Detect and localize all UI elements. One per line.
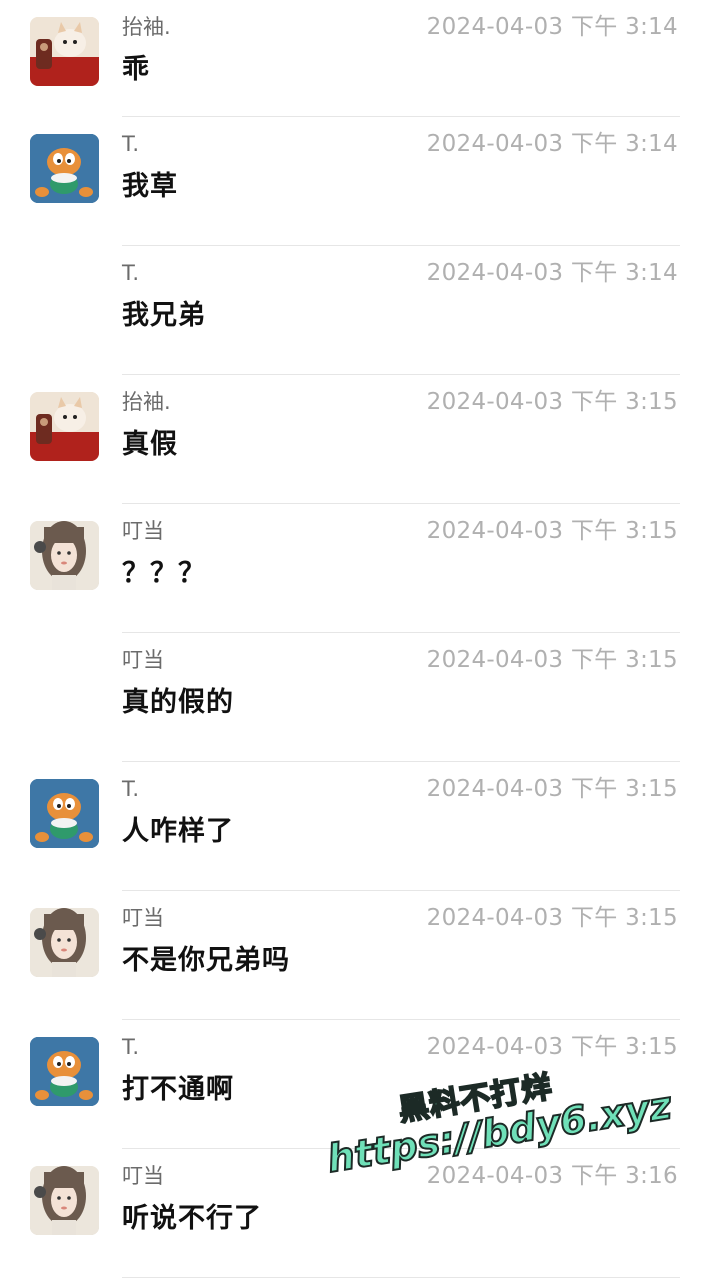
sender-name: T. <box>122 1035 140 1059</box>
chat-message-row[interactable]: 抬袖. 2024-04-03 下午 3:14 乖 <box>0 0 710 117</box>
message-text: 不是你兄弟吗 <box>122 945 290 976</box>
girl-avatar[interactable] <box>30 1166 99 1235</box>
garfield-avatar[interactable] <box>30 134 99 203</box>
message-timestamp: 2024-04-03 下午 3:14 <box>426 260 678 286</box>
chat-message-row[interactable]: T. 2024-04-03 下午 3:15 人咋样了 <box>0 762 710 891</box>
sender-name: 叮当 <box>122 648 164 672</box>
message-text: 我兄弟 <box>122 300 206 331</box>
chat-message-row[interactable]: 叮当 2024-04-03 下午 3:15 真的假的 <box>0 633 710 762</box>
message-timestamp: 2024-04-03 下午 3:14 <box>426 14 678 40</box>
message-timestamp: 2024-04-03 下午 3:14 <box>426 131 678 157</box>
garfield-avatar[interactable] <box>30 779 99 848</box>
girl-avatar[interactable] <box>30 908 99 977</box>
chat-message-row[interactable]: T. 2024-04-03 下午 3:14 我兄弟 <box>0 246 710 375</box>
sender-name: T. <box>122 132 140 156</box>
sender-name: T. <box>122 777 140 801</box>
sender-name: 叮当 <box>122 1164 164 1188</box>
girl-avatar[interactable] <box>30 521 99 590</box>
garfield-avatar[interactable] <box>30 1037 99 1106</box>
message-timestamp: 2024-04-03 下午 3:15 <box>426 776 678 802</box>
message-text: 听说不行了 <box>122 1203 262 1234</box>
sender-name: 抬袖. <box>122 15 171 39</box>
message-text: 真假 <box>122 429 178 460</box>
message-text: ？？？ <box>122 558 206 589</box>
message-text: 人咋样了 <box>122 816 234 847</box>
message-text: 真的假的 <box>122 687 234 718</box>
message-timestamp: 2024-04-03 下午 3:15 <box>426 518 678 544</box>
sender-name: 叮当 <box>122 519 164 543</box>
sender-name: T. <box>122 261 140 285</box>
sender-name: 叮当 <box>122 906 164 930</box>
message-timestamp: 2024-04-03 下午 3:15 <box>426 389 678 415</box>
chat-message-row[interactable]: T. 2024-04-03 下午 3:14 我草 <box>0 117 710 246</box>
message-text: 打不通啊 <box>122 1074 234 1105</box>
message-timestamp: 2024-04-03 下午 3:15 <box>426 647 678 673</box>
cat-avatar[interactable] <box>30 392 99 461</box>
chat-message-row[interactable]: 叮当 2024-04-03 下午 3:15 不是你兄弟吗 <box>0 891 710 1020</box>
chat-message-row[interactable]: 抬袖. 2024-04-03 下午 3:15 真假 <box>0 375 710 504</box>
cat-avatar[interactable] <box>30 17 99 86</box>
sender-name: 抬袖. <box>122 390 171 414</box>
chat-message-row[interactable]: 叮当 2024-04-03 下午 3:15 ？？？ <box>0 504 710 633</box>
message-text: 我草 <box>122 171 178 202</box>
message-timestamp: 2024-04-03 下午 3:15 <box>426 905 678 931</box>
message-text: 乖 <box>122 54 150 85</box>
